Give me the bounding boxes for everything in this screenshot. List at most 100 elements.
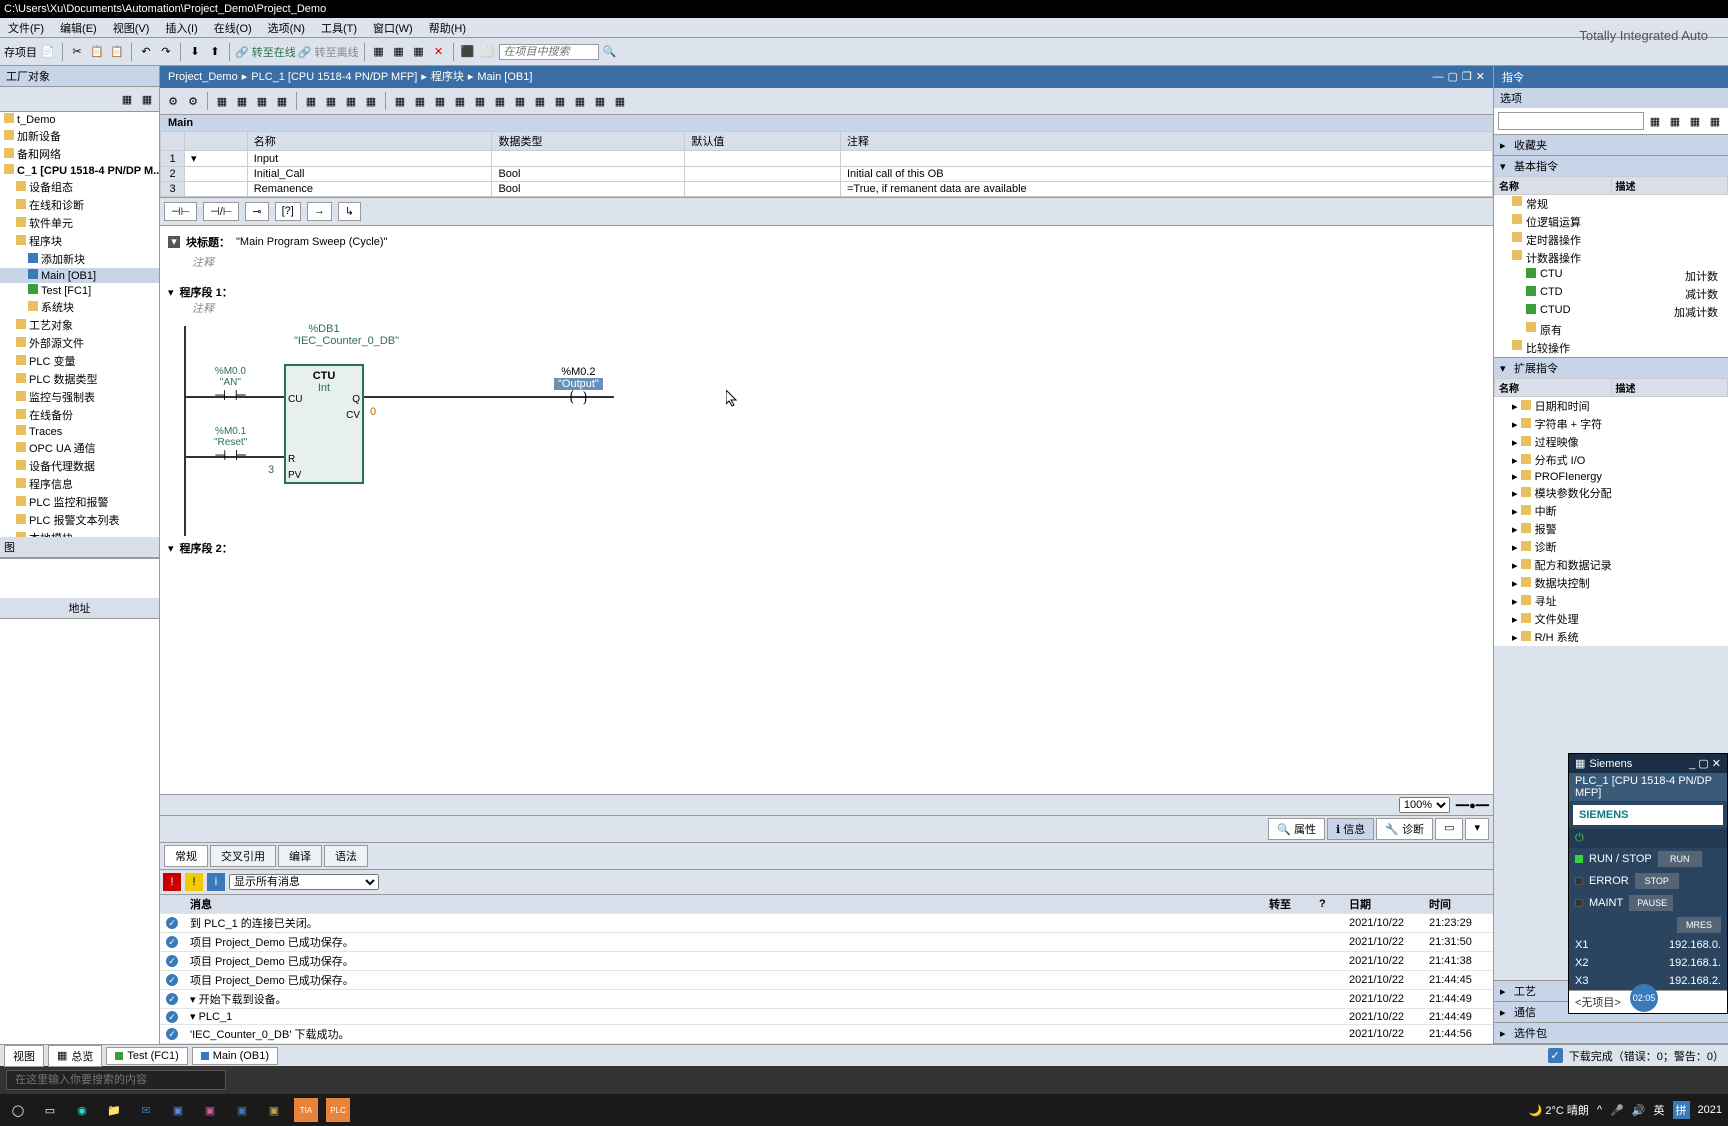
project-search-input[interactable] [499, 44, 599, 60]
paste-icon[interactable]: 📋 [108, 43, 126, 61]
coil-icon[interactable]: ⊸ [245, 202, 268, 221]
pv-value[interactable]: 3 [268, 464, 274, 476]
editor-tool-icon[interactable]: ▦ [391, 92, 409, 110]
copy-icon[interactable]: 📋 [88, 43, 106, 61]
extended-instructions-section[interactable]: ▾扩展指令 [1494, 358, 1728, 378]
tree-item[interactable]: 外部源文件 [0, 334, 159, 352]
toolbar-icon[interactable]: ▦ [1706, 112, 1724, 130]
menu-online[interactable]: 在线(O) [206, 18, 260, 37]
network-comment[interactable]: 注释 [168, 300, 1485, 316]
menu-window[interactable]: 窗口(W) [365, 18, 421, 37]
tree-item[interactable]: PLC 监控和报警 [0, 493, 159, 511]
ime-icon[interactable]: 拼 [1673, 1101, 1690, 1119]
plcsim-icon[interactable]: PLC [326, 1098, 350, 1122]
subtab-compile[interactable]: 编译 [278, 845, 322, 867]
info-filter-icon[interactable]: i [207, 873, 225, 891]
ladder-editor[interactable]: ▾ 块标题： "Main Program Sweep (Cycle)" 注释 ▾… [160, 226, 1493, 794]
ctu-block[interactable]: CTU Int CU Q CV R PV [284, 364, 364, 484]
editor-tool-icon[interactable]: ▦ [213, 92, 231, 110]
power-icon[interactable]: ⏻ [1575, 832, 1584, 845]
tree-item[interactable]: t_Demo [0, 112, 159, 127]
tree-item[interactable]: 程序信息 [0, 475, 159, 493]
split-icon[interactable]: ⬛ [459, 43, 477, 61]
zoom-select[interactable]: 100% [1399, 797, 1450, 813]
app-icon[interactable]: ▣ [198, 1098, 222, 1122]
app-icon[interactable]: ▣ [262, 1098, 286, 1122]
toolbar-icon[interactable]: 📄 [39, 43, 57, 61]
editor-tool-icon[interactable]: ▦ [322, 92, 340, 110]
os-search-input[interactable] [6, 1070, 226, 1090]
tab-test-fc1[interactable]: Test (FC1) [106, 1047, 187, 1065]
menu-tools[interactable]: 工具(T) [313, 18, 365, 37]
tab-properties[interactable]: 🔍 属性 [1268, 818, 1325, 840]
menu-help[interactable]: 帮助(H) [421, 18, 474, 37]
go-online-button[interactable]: 🔗 转至在线 [235, 44, 296, 60]
maximize-icon[interactable]: ▢ [1448, 66, 1458, 88]
contact-nc-icon[interactable]: ⊣/⊢ [203, 202, 239, 221]
tree-item[interactable]: 程序块 [0, 232, 159, 250]
breadcrumb-item[interactable]: 程序块 [431, 66, 464, 88]
message-row[interactable]: ✓项目 Project_Demo 已成功保存。2021/10/2221:31:5… [160, 933, 1493, 952]
subtab-general[interactable]: 常规 [164, 845, 208, 867]
tree-item[interactable]: 加新设备 [0, 127, 159, 145]
editor-tool-icon[interactable]: ⚙ [164, 92, 182, 110]
instruction-folder[interactable]: ▸ 日期和时间 [1494, 397, 1728, 415]
tree-item[interactable]: C_1 [CPU 1518-4 PN/DP M... [0, 163, 159, 178]
editor-tool-icon[interactable]: ▦ [411, 92, 429, 110]
instruction-folder[interactable]: ▸ PROFIenergy [1494, 469, 1728, 484]
toolbar-icon[interactable]: ▦ [1646, 112, 1664, 130]
tree-item[interactable]: 在线和诊断 [0, 196, 159, 214]
menu-file[interactable]: 文件(F) [0, 18, 52, 37]
message-row[interactable]: ✓到 PLC_1 的连接已关闭。2021/10/2221:23:29 [160, 914, 1493, 933]
redo-icon[interactable]: ↷ [157, 43, 175, 61]
toolbar-icon[interactable]: ▦ [1686, 112, 1704, 130]
favorites-section[interactable]: ▸收藏夹 [1494, 135, 1728, 155]
tree-item[interactable]: Test [FC1] [0, 283, 159, 298]
weather-widget[interactable]: 🌙 2°C 晴朗 [1529, 1102, 1589, 1118]
breadcrumb-item[interactable]: PLC_1 [CPU 1518-4 PN/DP MFP] [251, 66, 417, 88]
tab-info[interactable]: ℹ 信息 [1327, 818, 1374, 840]
editor-tool-icon[interactable]: ▦ [253, 92, 271, 110]
app-icon[interactable]: ▣ [230, 1098, 254, 1122]
save-project-button[interactable]: 存项目 [4, 44, 37, 60]
toolbar-icon[interactable]: ▦ [370, 43, 388, 61]
download-icon[interactable]: ⬇ [186, 43, 204, 61]
run-button[interactable]: RUN [1658, 851, 1702, 867]
tray-icon[interactable]: ^ [1597, 1104, 1602, 1116]
tree-item[interactable]: 设备组态 [0, 178, 159, 196]
tree-item[interactable]: Main [OB1] [0, 268, 159, 283]
basic-instructions-section[interactable]: ▾基本指令 [1494, 156, 1728, 176]
message-row[interactable]: ✓ 'Main' 下载成功。2021/10/2221:44:57 [160, 1044, 1493, 1045]
editor-tool-icon[interactable]: ▦ [273, 92, 291, 110]
tab-view[interactable]: 视图 [4, 1045, 44, 1067]
menu-edit[interactable]: 编辑(E) [52, 18, 105, 37]
editor-tool-icon[interactable]: ▦ [491, 92, 509, 110]
tree-item[interactable]: PLC 数据类型 [0, 370, 159, 388]
minimize-icon[interactable]: — [1433, 66, 1444, 88]
tree-item[interactable]: PLC 变量 [0, 352, 159, 370]
inspector-layout-icon[interactable]: ▭ [1435, 818, 1463, 840]
tray-icon[interactable]: 🎤 [1610, 1104, 1624, 1117]
instruction-folder[interactable]: ▸ 数据块控制 [1494, 574, 1728, 592]
tree-item[interactable]: OPC UA 通信 [0, 439, 159, 457]
branch-icon[interactable]: ↳ [338, 202, 361, 221]
collapse-icon[interactable]: ▾ [168, 542, 174, 555]
editor-tool-icon[interactable]: ▦ [571, 92, 589, 110]
plc-sim-panel[interactable]: ▦Siemens_ ▢ ✕ PLC_1 [CPU 1518-4 PN/DP MF… [1568, 753, 1728, 1014]
block-comment[interactable]: 注释 [168, 254, 1485, 270]
cut-icon[interactable]: ✂ [68, 43, 86, 61]
menu-options[interactable]: 选项(N) [260, 18, 313, 37]
close-icon[interactable]: ✕ [430, 43, 448, 61]
message-row[interactable]: ✓项目 Project_Demo 已成功保存。2021/10/2221:41:3… [160, 952, 1493, 971]
clock[interactable]: 2021 [1698, 1104, 1722, 1116]
editor-tool-icon[interactable]: ▦ [591, 92, 609, 110]
no-contact-icon[interactable]: ⊣ ⊢ [214, 448, 247, 465]
upload-icon[interactable]: ⬆ [206, 43, 224, 61]
go-offline-button[interactable]: 🔗 转至离线 [298, 44, 359, 60]
box-icon[interactable]: [?] [275, 202, 301, 221]
editor-tool-icon[interactable]: ⚙ [184, 92, 202, 110]
editor-tool-icon[interactable]: ▦ [233, 92, 251, 110]
inspector-layout-icon[interactable]: ▾ [1465, 818, 1489, 840]
tab-diagnostics[interactable]: 🔧 诊断 [1376, 818, 1433, 840]
editor-tool-icon[interactable]: ▦ [342, 92, 360, 110]
